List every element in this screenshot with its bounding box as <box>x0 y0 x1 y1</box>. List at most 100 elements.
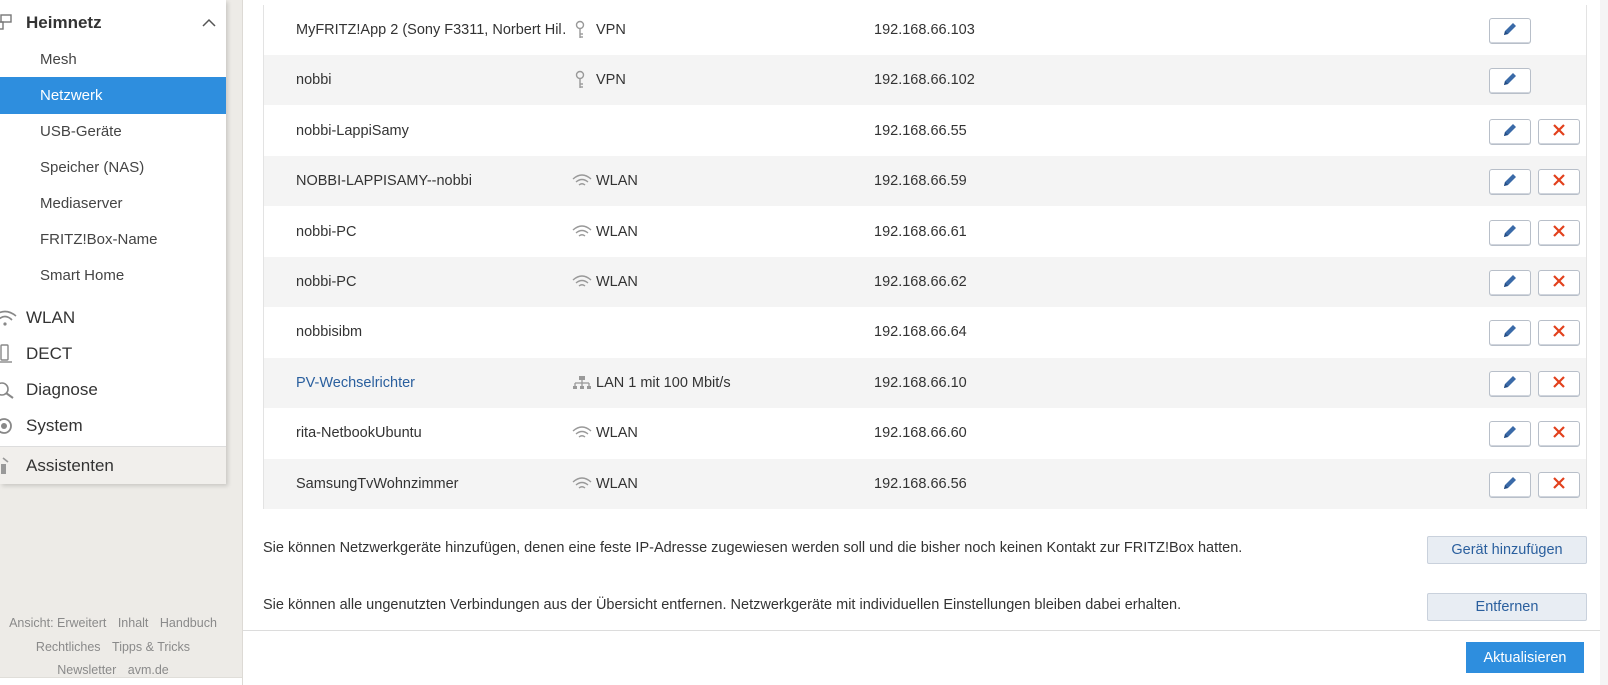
device-connection-label: WLAN <box>596 274 638 290</box>
phone-icon <box>0 344 18 364</box>
device-ip: 192.168.66.55 <box>874 122 967 139</box>
table-row: nobbi-PC WLAN 192.168.66.61 <box>264 207 1586 257</box>
magnifier-icon <box>0 380 18 400</box>
delete-button[interactable] <box>1538 370 1580 397</box>
add-device-button[interactable]: Gerät hinzufügen <box>1427 536 1587 564</box>
footer-ansicht[interactable]: Ansicht: Erweitert <box>9 616 106 630</box>
device-connection-label: WLAN <box>596 223 638 240</box>
sidebar-item-fritzbox-name[interactable]: FRITZ!Box-Name <box>0 221 226 258</box>
remove-connections-info: Sie können alle ungenutzten Verbindungen… <box>263 597 1182 613</box>
edit-button[interactable] <box>1489 320 1531 347</box>
close-icon <box>1552 123 1566 141</box>
sidebar-item-usb-geraete[interactable]: USB-Geräte <box>0 113 226 150</box>
nav-wlan[interactable]: WLAN <box>0 300 226 336</box>
sidebar-item-speicher-nas[interactable]: Speicher (NAS) <box>0 149 226 186</box>
footer-tipps[interactable]: Tipps & Tricks <box>112 640 190 654</box>
wifi-icon <box>572 171 592 191</box>
close-icon <box>1552 274 1566 292</box>
gear-icon <box>0 416 18 436</box>
edit-button[interactable] <box>1489 219 1531 246</box>
pencil-icon <box>1502 475 1518 495</box>
nav-assistenten[interactable]: Assistenten <box>0 447 226 484</box>
device-name: nobbi-LappiSamy <box>296 122 409 139</box>
pencil-icon <box>1502 374 1518 394</box>
table-row: nobbisibm 192.168.66.64 <box>264 307 1586 357</box>
nav-diagnose[interactable]: Diagnose <box>0 372 226 408</box>
nav-system[interactable]: System <box>0 408 226 444</box>
footer-handbuch[interactable]: Handbuch <box>160 616 217 630</box>
wifi-icon <box>572 272 592 292</box>
device-name[interactable]: PV-Wechselrichter <box>296 358 566 408</box>
nav-dect-label: DECT <box>26 344 73 363</box>
nav-heimnetz-label: Heimnetz <box>26 13 102 32</box>
delete-button[interactable] <box>1538 169 1580 196</box>
footer-links: Ansicht: Erweitert Inhalt Handbuch Recht… <box>0 612 226 683</box>
edit-button[interactable] <box>1489 370 1531 397</box>
delete-button[interactable] <box>1538 471 1580 498</box>
edit-button[interactable] <box>1489 270 1531 296</box>
footer-rechtliches[interactable]: Rechtliches <box>36 640 101 654</box>
footer-newsletter[interactable]: Newsletter <box>57 663 116 677</box>
device-name: nobbi-PC <box>296 223 357 240</box>
device-ip: 192.168.66.103 <box>874 22 975 38</box>
chevron-up-icon[interactable] <box>202 15 216 29</box>
sidebar-item-smart-home[interactable]: Smart Home <box>0 257 226 294</box>
footer-strip <box>0 678 262 685</box>
edit-button[interactable] <box>1489 18 1531 44</box>
delete-button[interactable] <box>1538 421 1580 448</box>
wizard-icon <box>0 456 18 476</box>
device-ip: 192.168.66.62 <box>874 274 967 290</box>
device-connection: VPN <box>572 55 626 105</box>
nav-wlan-label: WLAN <box>26 308 76 327</box>
edit-button[interactable] <box>1489 169 1531 196</box>
pencil-icon <box>1502 21 1518 41</box>
nav-heimnetz[interactable]: Heimnetz <box>0 5 226 41</box>
delete-button[interactable] <box>1538 219 1580 246</box>
pencil-icon <box>1502 424 1518 444</box>
nav-dect[interactable]: DECT <box>0 336 226 372</box>
device-connection-label: VPN <box>596 22 626 38</box>
device-connection-label: VPN <box>596 72 626 89</box>
device-connection: WLAN <box>572 257 638 307</box>
device-name: MyFRITZ!App 2 (Sony F3311, Norbert Hil… <box>296 22 566 38</box>
edit-button[interactable] <box>1489 471 1531 498</box>
device-connection: VPN <box>572 5 626 55</box>
device-ip: 192.168.66.61 <box>874 223 967 240</box>
network-icon <box>0 13 18 33</box>
lan-icon <box>572 373 592 393</box>
delete-button[interactable] <box>1538 320 1580 347</box>
edit-button[interactable] <box>1489 68 1531 95</box>
delete-button[interactable] <box>1538 118 1580 145</box>
edit-button[interactable] <box>1489 421 1531 448</box>
device-name: rita-NetbookUbuntu <box>296 425 422 442</box>
device-connection: WLAN <box>572 408 638 458</box>
device-name: nobbisibm <box>296 324 363 341</box>
device-connection: WLAN <box>572 156 638 206</box>
device-connection-label: WLAN <box>596 173 638 190</box>
wifi-icon <box>572 423 592 443</box>
close-icon <box>1552 173 1566 191</box>
edit-button[interactable] <box>1489 118 1531 145</box>
device-name: NOBBI-LAPPISAMY--nobbi <box>296 173 472 190</box>
footer-inhalt[interactable]: Inhalt <box>118 616 149 630</box>
device-ip: 192.168.66.60 <box>874 425 967 442</box>
close-icon <box>1552 425 1566 443</box>
delete-button[interactable] <box>1538 270 1580 296</box>
wifi-icon <box>572 222 592 242</box>
pencil-icon <box>1502 323 1518 343</box>
footer-avm[interactable]: avm.de <box>128 663 169 677</box>
remove-button[interactable]: Entfernen <box>1427 593 1587 621</box>
device-name: nobbi <box>296 72 332 89</box>
scrollbar[interactable] <box>1600 0 1608 685</box>
sidebar-item-netzwerk[interactable]: Netzwerk <box>0 77 226 114</box>
table-row: nobbi-LappiSamy 192.168.66.55 <box>264 106 1586 156</box>
nav-assistenten-label: Assistenten <box>26 455 114 475</box>
sidebar-item-mediaserver[interactable]: Mediaserver <box>0 185 226 222</box>
refresh-button[interactable]: Aktualisieren <box>1466 642 1584 673</box>
table-row: SamsungTvWohnzimmer WLAN 192.168.66.56 <box>264 458 1586 509</box>
device-ip: 192.168.66.102 <box>874 72 975 89</box>
device-connection: WLAN <box>572 207 638 257</box>
sidebar-item-mesh[interactable]: Mesh <box>0 41 226 78</box>
table-row: nobbi VPN 192.168.66.102 <box>264 55 1586 106</box>
nav-system-label: System <box>26 416 83 435</box>
